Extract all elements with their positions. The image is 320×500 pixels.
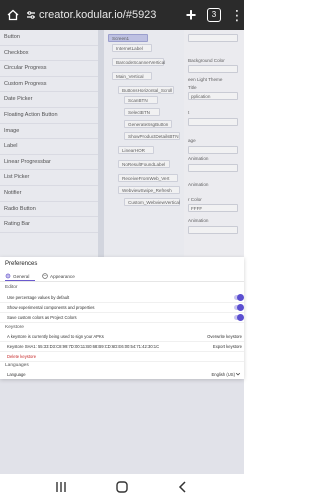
chevron-down-icon [235, 372, 241, 376]
keystore-sha-row: Keystore SHA1: 55:33:D3:C8:99:7D:00:11:B… [0, 342, 244, 352]
pref-row: Use percentage values by default [0, 293, 244, 303]
toggle-switch[interactable] [234, 294, 244, 301]
keystore-sha-text: Keystore SHA1: 55:33:D3:C8:99:7D:00:11:B… [7, 344, 160, 349]
export-keystore-button[interactable]: Export keystore [213, 344, 242, 349]
browser-toolbar: creator.kodular.io/#5923 + 3 ⋮ [0, 0, 244, 30]
language-label: Language [7, 371, 26, 377]
recents-icon[interactable] [51, 479, 71, 495]
active-tab-indicator [5, 280, 35, 282]
tab-label: Appearance [50, 273, 75, 279]
preferences-dialog: Preferences General Appearance Editor Us… [0, 257, 244, 379]
language-value: English (US) [211, 371, 235, 377]
toggle-knob [237, 304, 244, 311]
toggle-switch[interactable] [234, 314, 244, 321]
back-icon[interactable] [173, 479, 193, 495]
keystore-info-row: A keystore is currently being used to si… [0, 332, 244, 342]
system-nav-bar [0, 474, 244, 500]
more-menu-icon[interactable]: ⋮ [230, 8, 244, 22]
dialog-title: Preferences [5, 261, 38, 267]
pref-row: Save custom colors as Project Colors [0, 313, 244, 323]
tab-label: General [13, 273, 30, 279]
section-heading-editor: Editor [5, 285, 18, 290]
section-heading-keystore: Keystore [5, 325, 24, 330]
tab-switcher-button[interactable]: 3 [207, 8, 221, 22]
pref-label: Show experimental components and propert… [7, 305, 95, 310]
language-select[interactable]: English (US) [211, 371, 241, 377]
palette-icon [42, 273, 48, 279]
delete-keystore-button[interactable]: Delete keystore [7, 354, 36, 359]
tab-general[interactable]: General [5, 272, 29, 280]
new-tab-icon[interactable]: + [183, 5, 199, 26]
home-icon[interactable] [6, 8, 20, 22]
url-bar[interactable]: creator.kodular.io/#5923 [39, 9, 177, 21]
section-heading-languages: Languages [5, 363, 29, 368]
keystore-info-text: A keystore is currently being used to si… [7, 334, 104, 339]
site-info-icon[interactable] [26, 9, 36, 21]
overwrite-keystore-button[interactable]: Overwrite keystore [207, 334, 242, 339]
toggle-knob [237, 314, 244, 321]
pref-label: Save custom colors as Project Colors [7, 315, 77, 320]
dialog-tabbar: General Appearance [0, 270, 244, 282]
tab-appearance[interactable]: Appearance [42, 272, 75, 280]
pref-row: Show experimental components and propert… [0, 303, 244, 313]
home-button-icon[interactable] [112, 479, 132, 495]
language-row: Language English (US) [0, 369, 244, 379]
gear-icon [5, 273, 11, 279]
keystore-delete-row: Delete keystore [0, 352, 244, 362]
toggle-switch[interactable] [234, 304, 244, 311]
pref-label: Use percentage values by default [7, 295, 70, 300]
toggle-knob [237, 294, 244, 301]
